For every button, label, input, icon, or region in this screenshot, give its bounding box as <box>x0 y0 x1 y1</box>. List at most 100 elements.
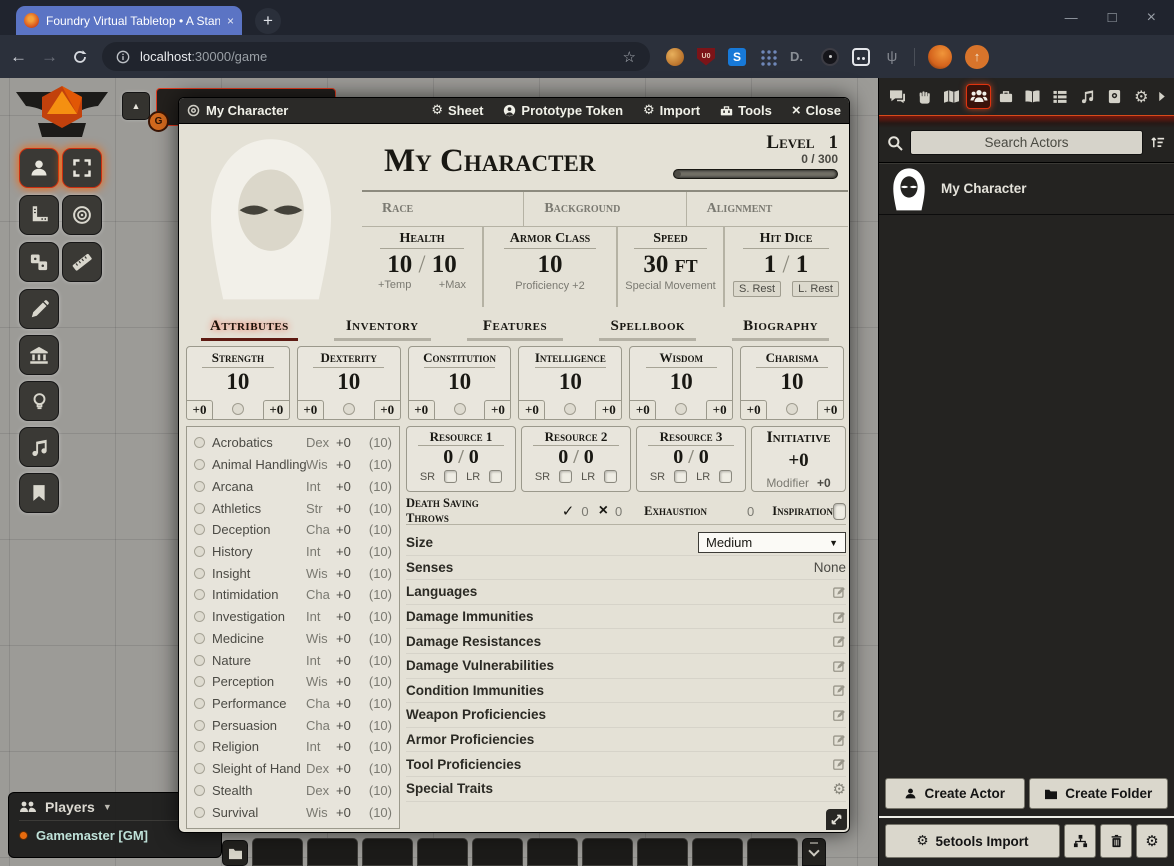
ability-save[interactable]: +0 <box>408 400 435 420</box>
skill-row[interactable]: Nature Int +0 (10) <box>187 649 399 671</box>
items-tab[interactable] <box>993 84 1018 109</box>
tab-features[interactable]: Features <box>449 318 582 341</box>
edit-icon[interactable] <box>832 683 846 697</box>
proficiency-radio[interactable] <box>786 403 798 415</box>
resource-current[interactable]: 0 <box>558 446 568 468</box>
cookie-icon[interactable] <box>666 48 684 66</box>
skill-row[interactable]: Intimidation Cha +0 (10) <box>187 584 399 606</box>
character-portrait[interactable] <box>183 128 359 308</box>
sr-checkbox[interactable] <box>444 470 457 483</box>
collapse-navigation-button[interactable]: ▲ <box>122 92 150 120</box>
skill-proficiency-radio[interactable] <box>194 437 205 448</box>
url-bar[interactable]: localhost:30000/game ☆ <box>102 42 650 71</box>
skill-row[interactable]: Medicine Wis +0 (10) <box>187 627 399 649</box>
resource-label[interactable]: Resource 2 <box>522 429 630 445</box>
speed-block[interactable]: Speed 30 ft Special Movement <box>618 227 725 307</box>
tables-tab[interactable] <box>1048 84 1073 109</box>
target-tool-button[interactable] <box>62 195 102 235</box>
skill-row[interactable]: Deception Cha +0 (10) <box>187 519 399 541</box>
macro-slot[interactable] <box>637 838 688 866</box>
ability-block[interactable]: Strength 10 +0 +0 <box>186 346 290 420</box>
journal-tab[interactable] <box>1020 84 1045 109</box>
bookmark-star-icon[interactable]: ☆ <box>623 48 636 66</box>
edit-icon[interactable] <box>832 634 846 648</box>
skill-row[interactable]: Arcana Int +0 (10) <box>187 475 399 497</box>
skill-proficiency-radio[interactable] <box>194 741 205 752</box>
import-button[interactable]: ⚙ Import <box>643 103 700 118</box>
maximize-button[interactable]: □ <box>1108 9 1117 26</box>
ability-score[interactable]: 10 <box>630 370 732 394</box>
actors-tab[interactable] <box>966 84 991 109</box>
ability-save[interactable]: +0 <box>297 400 324 420</box>
close-sheet-button[interactable]: × Close <box>792 102 841 119</box>
tab-attributes[interactable]: Attributes <box>183 318 316 341</box>
macro-slot[interactable] <box>472 838 523 866</box>
foundry-logo[interactable] <box>10 84 114 148</box>
macro-slot[interactable] <box>362 838 413 866</box>
grid-dots-icon[interactable] <box>759 48 777 66</box>
ability-score[interactable]: 10 <box>519 370 621 394</box>
hp-current[interactable]: 10 <box>387 251 412 278</box>
health-block[interactable]: Health 10 / 10 +Temp+Max <box>362 227 484 307</box>
ability-block[interactable]: Charisma 10 +0 +0 <box>740 346 844 420</box>
edit-icon[interactable] <box>832 585 846 599</box>
macro-slot[interactable] <box>747 838 798 866</box>
ability-score[interactable]: 10 <box>409 370 511 394</box>
prototype-token-button[interactable]: Prototype Token <box>503 103 623 118</box>
proficiency-radio[interactable] <box>454 403 466 415</box>
gears-button[interactable]: ⚙ <box>1136 824 1168 858</box>
dice-tool-button[interactable] <box>19 242 59 282</box>
skill-row[interactable]: Stealth Dex +0 (10) <box>187 780 399 802</box>
combat-tab[interactable] <box>912 84 937 109</box>
select-tool-button[interactable] <box>62 148 102 188</box>
resource-max[interactable]: 0 <box>469 446 479 468</box>
close-button[interactable]: × <box>1147 9 1156 27</box>
skill-row[interactable]: History Int +0 (10) <box>187 541 399 563</box>
folder-tree-button[interactable] <box>1064 824 1096 858</box>
resource-current[interactable]: 0 <box>443 446 453 468</box>
tab-biography[interactable]: Biography <box>714 318 847 341</box>
ability-block[interactable]: Dexterity 10 +0 +0 <box>297 346 401 420</box>
macro-slot[interactable] <box>582 838 633 866</box>
skill-proficiency-radio[interactable] <box>194 807 205 818</box>
size-select[interactable]: Medium▼ <box>698 532 846 553</box>
ability-score[interactable]: 10 <box>298 370 400 394</box>
skill-row[interactable]: Acrobatics Dex +0 (10) <box>187 432 399 454</box>
skill-proficiency-radio[interactable] <box>194 763 205 774</box>
forward-icon[interactable]: → <box>41 47 58 67</box>
token-tool-button[interactable] <box>19 148 59 188</box>
profile-avatar[interactable] <box>928 45 952 69</box>
ability-block[interactable]: Constitution 10 +0 +0 <box>408 346 512 420</box>
resource-block[interactable]: Resource 1 0 / 0 SR LR <box>406 426 516 492</box>
macro-slot[interactable] <box>252 838 303 866</box>
skill-row[interactable]: Perception Wis +0 (10) <box>187 671 399 693</box>
skill-proficiency-radio[interactable] <box>194 481 205 492</box>
resource-current[interactable]: 0 <box>673 446 683 468</box>
actor-list-item[interactable]: My Character <box>879 163 1174 215</box>
proficiency-radio[interactable] <box>232 403 244 415</box>
macro-slot[interactable] <box>527 838 578 866</box>
skill-proficiency-radio[interactable] <box>194 459 205 470</box>
level-display[interactable]: Level1 <box>672 132 838 154</box>
skill-proficiency-radio[interactable] <box>194 676 205 687</box>
scenes-tab[interactable] <box>939 84 964 109</box>
skill-row[interactable]: Survival Wis +0 (10) <box>187 801 399 823</box>
tab-close-icon[interactable]: × <box>227 14 234 28</box>
compendium-tab[interactable] <box>1102 84 1127 109</box>
ability-mod[interactable]: +0 <box>374 400 401 420</box>
short-rest-button[interactable]: S. Rest <box>733 281 781 297</box>
edit-icon[interactable] <box>832 757 846 771</box>
skill-proficiency-radio[interactable] <box>194 524 205 535</box>
ublock-shield-icon[interactable]: U0 <box>697 48 715 66</box>
create-actor-button[interactable]: Create Actor <box>885 778 1025 809</box>
proficiency-radio[interactable] <box>343 403 355 415</box>
tab-inventory[interactable]: Inventory <box>316 318 449 341</box>
sr-checkbox[interactable] <box>559 470 572 483</box>
game-canvas[interactable]: ▲ G <box>0 78 1174 866</box>
skill-row[interactable]: Sleight of Hand Dex +0 (10) <box>187 758 399 780</box>
identity-field-input[interactable]: Background <box>524 192 686 226</box>
ruler-tool-button[interactable] <box>19 195 59 235</box>
edit-icon[interactable] <box>832 708 846 722</box>
skill-row[interactable]: Investigation Int +0 (10) <box>187 606 399 628</box>
skill-row[interactable]: Performance Cha +0 (10) <box>187 693 399 715</box>
